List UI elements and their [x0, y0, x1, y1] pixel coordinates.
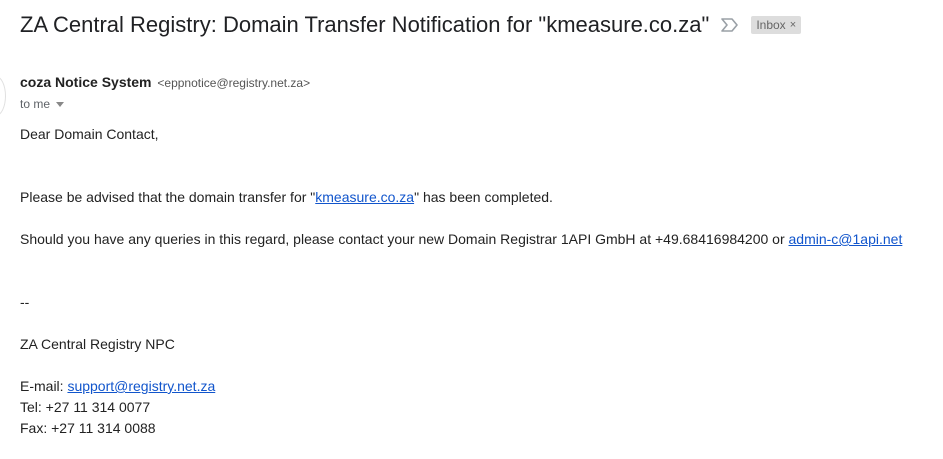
transfer-notice-suffix: " has been completed. [414, 189, 553, 205]
transfer-notice: Please be advised that the domain transf… [20, 189, 553, 205]
chevron-down-icon[interactable] [56, 101, 65, 107]
signature-separator: -- [20, 294, 30, 310]
support-email-link[interactable]: support@registry.net.za [67, 378, 215, 394]
sender-name[interactable]: coza Notice System [20, 74, 152, 90]
contact-email: E-mail: support@registry.net.za [20, 378, 215, 394]
sender-email: <eppnotice@registry.net.za> [157, 76, 311, 90]
email-label: E-mail: [20, 378, 68, 394]
registrar-email-link[interactable]: admin-c@1api.net [789, 231, 903, 247]
transfer-notice-prefix: Please be advised that the domain transf… [20, 189, 316, 205]
recipient-text: to me [20, 97, 51, 111]
inbox-label-text: Inbox [756, 18, 786, 32]
sender: coza Notice System <eppnotice@registry.n… [20, 74, 310, 90]
remove-label-icon[interactable]: × [790, 18, 796, 32]
contact-fax: Fax: +27 11 314 0088 [20, 420, 156, 436]
email-subject: ZA Central Registry: Domain Transfer Not… [20, 12, 710, 37]
contact-tel: Tel: +27 11 314 0077 [20, 399, 151, 415]
queries-text: Should you have any queries in this rega… [20, 231, 789, 247]
org-name: ZA Central Registry NPC [20, 336, 175, 352]
greeting: Dear Domain Contact, [20, 126, 159, 142]
avatar [0, 76, 6, 116]
queries-notice: Should you have any queries in this rega… [20, 231, 902, 247]
domain-link[interactable]: kmeasure.co.za [315, 189, 414, 205]
inbox-label-chip[interactable]: Inbox × [751, 16, 802, 34]
recipient-details-toggle[interactable]: to me [20, 97, 65, 111]
email-header: ZA Central Registry: Domain Transfer Not… [20, 9, 802, 41]
importance-marker-icon[interactable] [721, 17, 741, 33]
